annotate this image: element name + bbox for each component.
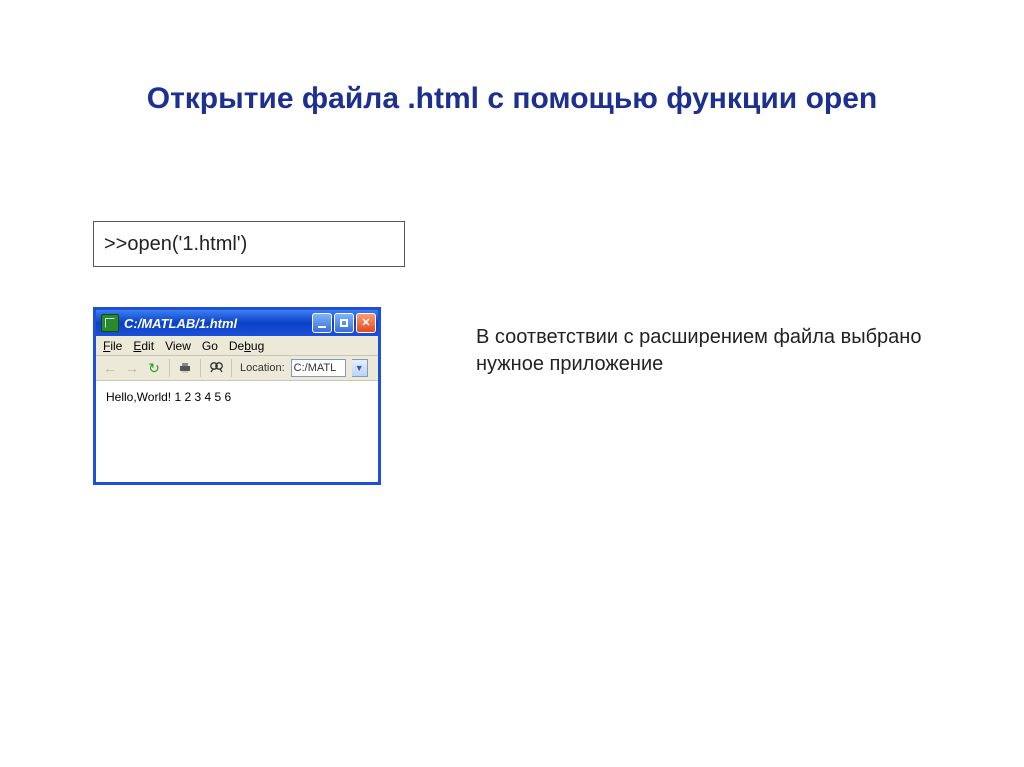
maximize-button[interactable] xyxy=(334,313,354,333)
toolbar-divider xyxy=(231,359,232,377)
close-button[interactable] xyxy=(356,313,376,333)
window-title: C:/MATLAB/1.html xyxy=(124,316,307,331)
menu-debug[interactable]: Debug xyxy=(229,339,264,353)
minimize-button[interactable] xyxy=(312,313,332,333)
toolbar: ← → ↻ Location: C:/MATL ▼ xyxy=(96,356,378,381)
app-window: C:/MATLAB/1.html File Edit View Go Debug… xyxy=(93,307,381,485)
find-icon[interactable] xyxy=(208,360,224,376)
page-content: Hello,World! 1 2 3 4 5 6 xyxy=(96,381,378,482)
slide-title: Открытие файла .html с помощью функции o… xyxy=(0,82,1024,116)
slide-caption: В соответствии с расширением файла выбра… xyxy=(476,324,956,378)
location-field[interactable]: C:/MATL xyxy=(291,359,346,377)
code-example: >>open('1.html') xyxy=(93,221,405,267)
refresh-icon[interactable]: ↻ xyxy=(146,360,162,376)
forward-icon[interactable]: → xyxy=(124,360,140,376)
menu-bar: File Edit View Go Debug xyxy=(96,336,378,356)
menu-edit[interactable]: Edit xyxy=(133,339,154,353)
location-label: Location: xyxy=(240,362,285,374)
menu-file[interactable]: File xyxy=(103,339,122,353)
print-icon[interactable] xyxy=(177,360,193,376)
app-icon xyxy=(101,314,119,332)
menu-go[interactable]: Go xyxy=(202,339,218,353)
toolbar-divider xyxy=(169,359,170,377)
menu-view[interactable]: View xyxy=(165,339,191,353)
back-icon[interactable]: ← xyxy=(102,360,118,376)
toolbar-divider xyxy=(200,359,201,377)
titlebar: C:/MATLAB/1.html xyxy=(96,310,378,336)
location-dropdown-icon[interactable]: ▼ xyxy=(352,359,368,377)
